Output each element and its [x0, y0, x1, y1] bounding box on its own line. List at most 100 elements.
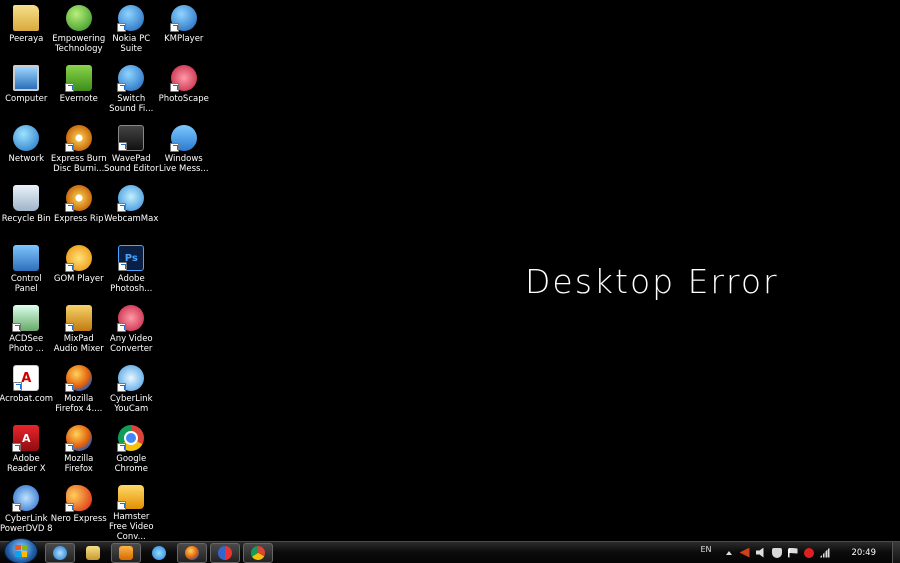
desktop-icon[interactable]: MixPad Audio Mixer: [53, 302, 106, 362]
shortcut-arrow-icon: [118, 142, 128, 151]
empty-grid-cell: [158, 242, 211, 302]
desktop-icon[interactable]: PhotoScape: [158, 62, 211, 122]
empty-grid-cell: [158, 362, 211, 422]
express-burn-icon: [64, 125, 92, 152]
desktop-icon[interactable]: Express Burn Disc Burni...: [50, 122, 107, 182]
express-rip-icon: [64, 185, 92, 212]
desktop-icon[interactable]: Ps Adobe Photosh...: [105, 242, 158, 302]
gom-player-icon: [64, 245, 92, 272]
nero-express-icon: [64, 485, 92, 512]
desktop-icon[interactable]: Any Video Converter: [105, 302, 158, 362]
windows-live-messenger-icon: [169, 125, 197, 152]
windows-explorer-icon: [86, 545, 100, 560]
desktop-icon-label: MixPad Audio Mixer: [53, 334, 104, 354]
clock[interactable]: 20:49: [852, 548, 877, 558]
desktop-icon[interactable]: A Acrobat.com: [0, 362, 53, 422]
desktop-icon[interactable]: WebcamMax: [104, 182, 158, 242]
cyberlink-powerdvd-icon: [12, 485, 40, 512]
desktop-icon-label: PhotoScape: [158, 94, 209, 104]
desktop-icon[interactable]: Computer: [0, 62, 53, 122]
desktop-icon[interactable]: ACDSee Photo ...: [0, 302, 53, 362]
desktop-icon[interactable]: Google Chrome: [105, 422, 158, 482]
taskbar-button[interactable]: [210, 542, 240, 563]
volume-icon[interactable]: [755, 547, 764, 558]
taskbar-button[interactable]: [243, 542, 273, 563]
snipping-icon[interactable]: [739, 547, 750, 558]
antivirus-icon[interactable]: [803, 547, 814, 558]
desktop-icon-label: Google Chrome: [114, 454, 148, 474]
control-panel-icon: [13, 245, 40, 271]
taskbar-button[interactable]: [177, 542, 207, 563]
desktop-icon-label: KMPlayer: [164, 34, 204, 44]
folder-icon: [13, 5, 40, 31]
shortcut-arrow-icon: [13, 382, 23, 391]
desktop-icon-label: Computer: [5, 94, 48, 104]
taskbar-button[interactable]: [78, 543, 108, 563]
shortcut-arrow-icon: [169, 83, 179, 92]
desktop-icon[interactable]: Evernote: [53, 62, 106, 122]
taskbar-button[interactable]: [45, 542, 75, 563]
network-icon: [13, 125, 40, 151]
mixpad-icon: [64, 305, 92, 332]
desktop-icon[interactable]: GOM Player: [53, 242, 106, 302]
desktop-icon[interactable]: Hamster Free Video Conv...: [105, 482, 158, 542]
acrobat-com-icon: A: [13, 365, 40, 391]
firefox-icon: [64, 365, 92, 392]
cyberlink-youcam-icon: [117, 365, 145, 392]
shortcut-arrow-icon: [117, 83, 127, 92]
desktop-icon[interactable]: KMPlayer: [158, 2, 211, 62]
desktop-icon-label: Mozilla Firefox: [64, 454, 94, 474]
desktop-icon-label: Windows Live Mess...: [158, 154, 209, 174]
desktop-icon[interactable]: Control Panel: [0, 242, 53, 302]
shortcut-arrow-icon: [64, 203, 74, 212]
desktop-icon[interactable]: CyberLink YouCam: [105, 362, 158, 422]
desktop-icon[interactable]: Peeraya: [0, 2, 53, 62]
shortcut-arrow-icon: [118, 262, 128, 271]
shortcut-arrow-icon: [117, 501, 127, 510]
security-shield-icon[interactable]: [771, 547, 782, 558]
desktop-icon[interactable]: CyberLink PowerDVD 8: [0, 482, 53, 542]
shortcut-arrow-icon: [169, 23, 179, 32]
empty-grid-cell: [158, 302, 211, 362]
photoscape-icon: [218, 545, 232, 560]
network-signal-icon[interactable]: [819, 547, 830, 558]
action-center-flag-icon[interactable]: [787, 547, 798, 558]
desktop-icon[interactable]: Empowering Technology: [52, 2, 105, 62]
desktop-icon[interactable]: Network: [0, 122, 53, 182]
desktop-icon-label: WavePad Sound Editor: [103, 154, 159, 174]
desktop-icon[interactable]: Nero Express: [50, 482, 107, 542]
icon-glyph: A: [21, 431, 31, 445]
desktop-icon-label: Hamster Free Video Conv...: [108, 512, 154, 542]
desktop-icon-label: Acrobat.com: [0, 394, 54, 404]
hamster-video-converter-icon: [117, 485, 145, 510]
show-desktop-button[interactable]: [892, 541, 900, 563]
desktop-icon[interactable]: WavePad Sound Editor: [103, 122, 159, 182]
desktop-icon[interactable]: Express Rip: [53, 182, 106, 242]
acdsee-icon: [12, 305, 40, 332]
desktop-icon[interactable]: Switch Sound Fi...: [105, 62, 158, 122]
desktop-icon-label: Mozilla Firefox 4....: [55, 394, 103, 414]
taskbar: EN 20:49: [0, 537, 900, 563]
taskbar-button[interactable]: [111, 542, 141, 563]
desktop-icon-label: Adobe Reader X: [6, 454, 46, 474]
desktop-icon[interactable]: A Adobe Reader X: [0, 422, 53, 482]
start-button[interactable]: [4, 537, 38, 563]
taskbar-pinned-apps: [42, 542, 273, 563]
internet-explorer-icon: [53, 545, 67, 560]
desktop-icon[interactable]: Windows Live Mess...: [158, 122, 211, 182]
desktop-icon-label: Nero Express: [50, 514, 107, 524]
show-hidden-icons-icon[interactable]: [725, 550, 732, 555]
language-indicator[interactable]: EN: [700, 545, 711, 554]
desktop-icon[interactable]: Mozilla Firefox: [53, 422, 106, 482]
desktop-icon[interactable]: Recycle Bin: [0, 182, 53, 242]
shortcut-arrow-icon: [169, 143, 179, 152]
desktop: Peeraya Empowering Technology Nokia PC Sui…: [0, 0, 900, 542]
desktop-icon[interactable]: Nokia PC Suite: [105, 2, 158, 62]
shortcut-arrow-icon: [64, 143, 74, 152]
desktop-icon[interactable]: Mozilla Firefox 4....: [53, 362, 106, 422]
desktop-error-message: Desktop Error: [525, 262, 779, 301]
taskbar-button[interactable]: [144, 543, 174, 563]
desktop-icon-label: CyberLink YouCam: [110, 394, 153, 414]
desktop-icon-label: Express Burn Disc Burni...: [50, 154, 107, 174]
shortcut-arrow-icon: [117, 323, 127, 332]
